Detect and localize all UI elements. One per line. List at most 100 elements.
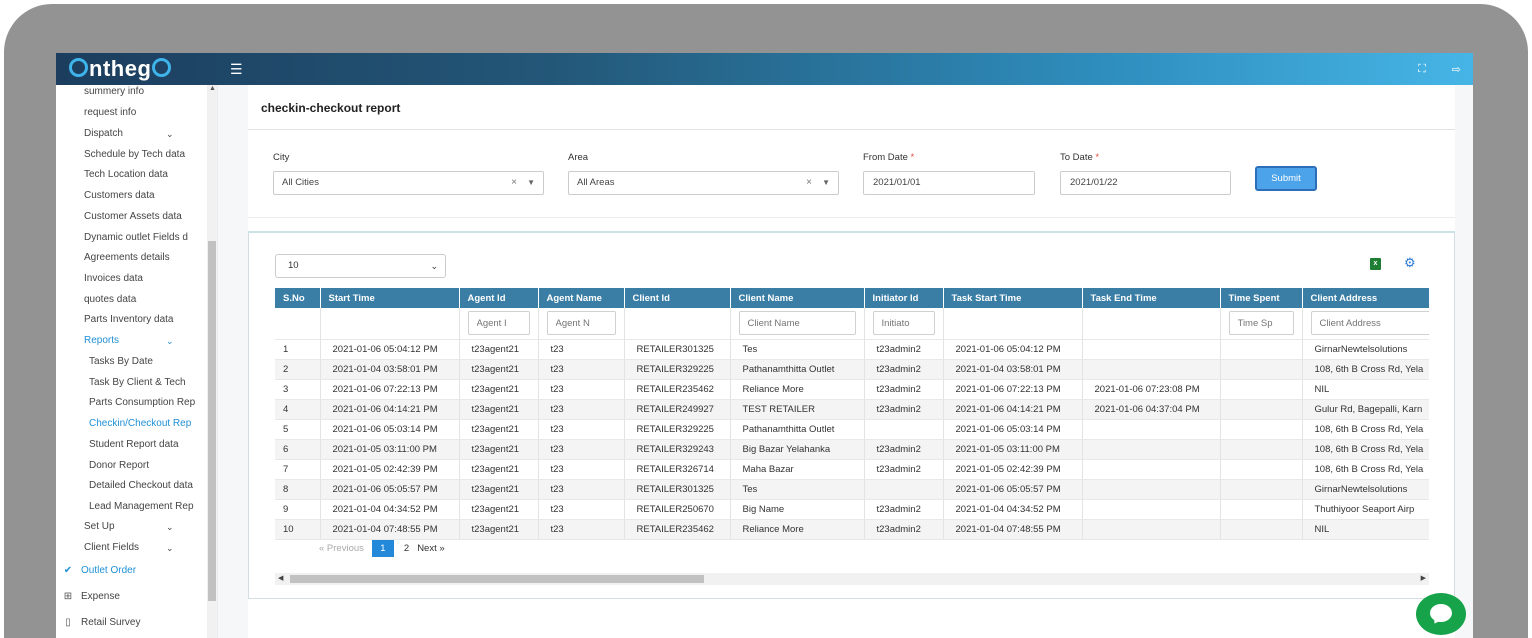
column-header[interactable]: Client Id: [624, 288, 731, 308]
table-row[interactable]: 9 2021-01-04 04:34:52 PM t23agent21 t23 RETA…: [275, 499, 1429, 520]
table-row[interactable]: 3 2021-01-06 07:22:13 PM t23agent21 t23 RETA…: [275, 379, 1429, 400]
sidebar-item-parts-inventory[interactable]: Parts Inventory data: [84, 310, 206, 330]
sidebar-item-detailed-checkout[interactable]: Detailed Checkout data: [89, 476, 211, 496]
table-cell: 108, 6th B Cross Rd, Yela: [1302, 459, 1429, 480]
table-cell: t23admin2: [864, 359, 944, 380]
column-header[interactable]: Initiator Id: [864, 288, 944, 308]
scroll-up-icon[interactable]: ▲: [209, 85, 216, 92]
table-cell: t23agent21: [459, 379, 539, 400]
sidebar-item-customer-assets[interactable]: Customer Assets data: [84, 207, 206, 227]
column-header[interactable]: Start Time: [320, 288, 460, 308]
fullscreen-icon[interactable]: ⛶: [1418, 63, 1426, 76]
horizontal-scrollbar[interactable]: ◀ ▶: [275, 573, 1429, 585]
to-date-input[interactable]: 2021/01/22: [1060, 171, 1231, 195]
column-filter-input[interactable]: [1228, 311, 1294, 336]
column-filter-input[interactable]: [1310, 311, 1429, 336]
table-cell: t23agent21: [459, 339, 539, 360]
caret-down-icon[interactable]: ▼: [527, 172, 535, 194]
column-header[interactable]: Client Name: [730, 288, 865, 308]
column-filter-input[interactable]: [546, 311, 616, 336]
page-1-button[interactable]: 1: [371, 540, 394, 557]
sidebar-item-schedule-by-tech[interactable]: Schedule by Tech data: [84, 145, 206, 165]
scroll-left-icon[interactable]: ◀: [278, 573, 283, 585]
table-row[interactable]: 5 2021-01-06 05:03:14 PM t23agent21 t23 RETA…: [275, 419, 1429, 440]
sidebar-item-customers[interactable]: Customers data: [84, 186, 206, 206]
sidebar-item-agreements[interactable]: Agreements details: [84, 248, 206, 268]
table-cell: RETAILER249927: [624, 399, 731, 420]
sidebar-item-expense[interactable]: ⊞ Expense: [61, 587, 120, 607]
sidebar-item-student-report[interactable]: Student Report data: [89, 435, 211, 455]
chat-button[interactable]: [1416, 593, 1466, 635]
clear-icon[interactable]: ×: [806, 172, 812, 194]
page-size-value: 10: [288, 260, 299, 271]
previous-page-link[interactable]: « Previous: [319, 543, 364, 554]
sidebar-item-checkin-checkout[interactable]: Checkin/Checkout Rep: [89, 414, 211, 434]
sidebar-item-task-by-client-tech[interactable]: Task By Client & Tech: [89, 373, 211, 393]
city-label: City: [273, 152, 290, 163]
from-date-input[interactable]: 2021/01/01: [863, 171, 1035, 195]
report-table-wrapper[interactable]: S.No Start Time Agent Id Agent Name Client I…: [275, 288, 1429, 560]
sidebar-item-donor-report[interactable]: Donor Report: [89, 456, 211, 476]
sidebar-item-dynamic-outlet-fields[interactable]: Dynamic outlet Fields d: [84, 228, 206, 248]
sidebar-item-lead-management[interactable]: Lead Management Rep: [89, 497, 211, 517]
page-2-link[interactable]: 2: [404, 543, 409, 554]
sidebar-item-tech-location[interactable]: Tech Location data: [84, 165, 206, 185]
sidebar-item-client-fields[interactable]: Client Fields ⌄: [84, 538, 206, 558]
logout-icon[interactable]: ⇨: [1452, 63, 1461, 76]
sidebar-item-tasks-by-date[interactable]: Tasks By Date: [89, 352, 211, 372]
column-header[interactable]: Agent Name: [538, 288, 625, 308]
table-cell: [864, 479, 944, 500]
column-header[interactable]: Client Address: [1302, 288, 1429, 308]
sidebar-scrollbar[interactable]: ▲: [207, 85, 217, 638]
column-header[interactable]: Task Start Time: [943, 288, 1083, 308]
sidebar-item-parts-consumption[interactable]: Parts Consumption Rep: [89, 393, 211, 413]
gear-icon[interactable]: ⚙: [1404, 255, 1416, 271]
table-row[interactable]: 7 2021-01-05 02:42:39 PM t23agent21 t23 RETA…: [275, 459, 1429, 480]
table-row[interactable]: 10 2021-01-04 07:48:55 PM t23agent21 t23 RET…: [275, 519, 1429, 540]
table-cell: RETAILER301325: [624, 339, 731, 360]
sidebar-item-request-info[interactable]: request info: [84, 103, 206, 123]
clear-icon[interactable]: ×: [511, 172, 517, 194]
table-cell: 2021-01-06 05:05:57 PM: [943, 479, 1083, 500]
next-page-link[interactable]: Next »: [417, 543, 444, 554]
city-select[interactable]: All Cities × ▼: [273, 171, 544, 195]
column-header[interactable]: Task End Time: [1082, 288, 1221, 308]
sidebar-item-set-up[interactable]: Set Up ⌄: [84, 517, 206, 537]
caret-down-icon[interactable]: ▼: [822, 172, 830, 194]
column-filter-input[interactable]: [467, 311, 530, 336]
horizontal-scroll-thumb[interactable]: [290, 575, 704, 583]
table-cell: t23: [538, 519, 625, 540]
sidebar-item-dispatch[interactable]: Dispatch ⌄: [84, 124, 206, 144]
sidebar-item-invoices[interactable]: Invoices data: [84, 269, 206, 289]
table-row[interactable]: 8 2021-01-06 05:05:57 PM t23agent21 t23 RETA…: [275, 479, 1429, 500]
excel-export-icon[interactable]: x: [1370, 258, 1381, 270]
sidebar-scroll-thumb[interactable]: [208, 241, 216, 601]
table-row[interactable]: 2 2021-01-04 03:58:01 PM t23agent21 t23 RETA…: [275, 359, 1429, 380]
submit-button[interactable]: Submit: [1255, 166, 1317, 191]
column-filter-input[interactable]: [872, 311, 935, 336]
column-header[interactable]: Time Spent: [1220, 288, 1303, 308]
hamburger-menu-icon[interactable]: ☰: [230, 61, 243, 78]
sidebar-item-label: Dispatch: [84, 128, 123, 139]
sidebar-item-reports[interactable]: Reports ⌄: [84, 331, 206, 351]
column-filter-input[interactable]: [738, 311, 856, 336]
page-size-select[interactable]: 10 ⌄: [275, 254, 446, 278]
area-select[interactable]: All Areas × ▼: [568, 171, 839, 195]
table-cell: 2021-01-05 03:11:00 PM: [943, 439, 1083, 460]
sidebar-item-outlet-order[interactable]: ✔ Outlet Order: [61, 561, 136, 581]
column-header[interactable]: Agent Id: [459, 288, 539, 308]
table-cell: TEST RETAILER: [730, 399, 865, 420]
table-cell: 2021-01-06 07:23:08 PM: [1082, 379, 1221, 400]
table-row[interactable]: 6 2021-01-05 03:11:00 PM t23agent21 t23 RETA…: [275, 439, 1429, 460]
table-cell: Tes: [730, 479, 865, 500]
required-mark: *: [910, 152, 915, 163]
table-row[interactable]: 1 2021-01-06 05:04:12 PM t23agent21 t23 RETA…: [275, 339, 1429, 360]
table-row[interactable]: 4 2021-01-06 04:14:21 PM t23agent21 t23 RETA…: [275, 399, 1429, 420]
scroll-right-icon[interactable]: ▶: [1421, 573, 1426, 585]
sidebar-item-summery-info[interactable]: summery info: [84, 85, 206, 102]
sidebar-item-quotes[interactable]: quotes data: [84, 290, 206, 310]
sidebar-item-retail-survey[interactable]: ▯ Retail Survey: [61, 613, 140, 633]
column-header[interactable]: S.No: [275, 288, 321, 308]
table-cell: [1220, 439, 1303, 460]
table-cell: t23: [538, 339, 625, 360]
